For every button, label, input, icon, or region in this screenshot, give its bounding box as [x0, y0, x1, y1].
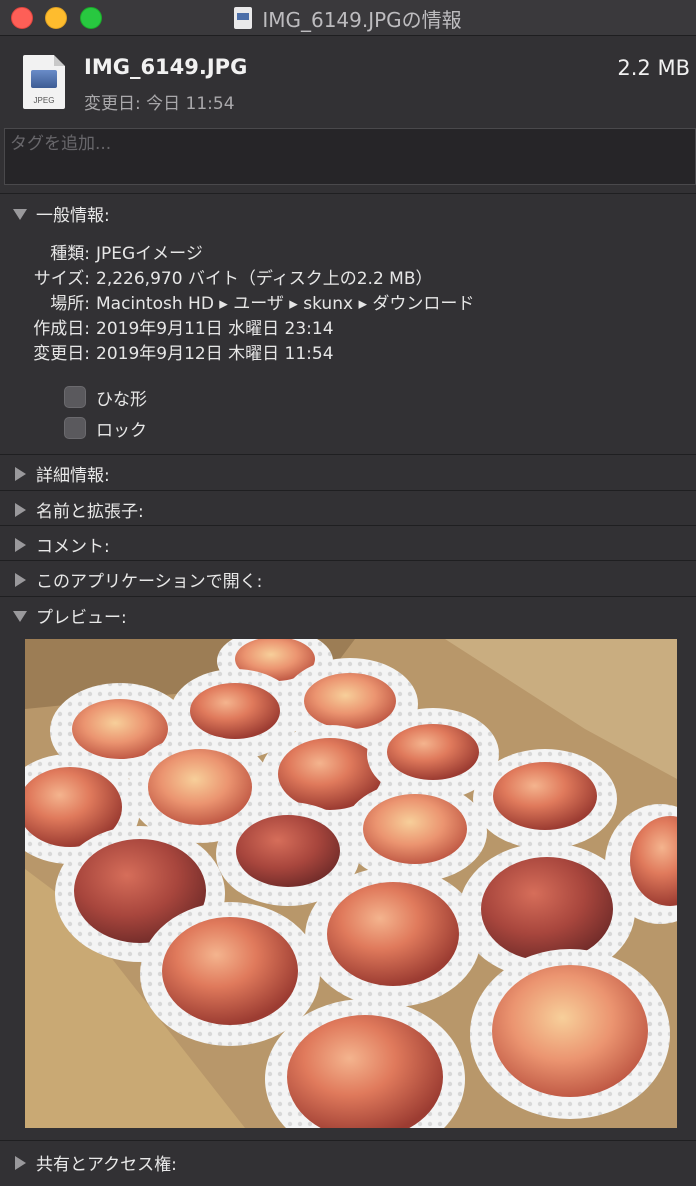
disclosure-closed-icon[interactable]: [13, 572, 27, 587]
divider: [0, 560, 696, 561]
divider: [0, 525, 696, 526]
section-open-with[interactable]: このアプリケーションで開く:: [0, 562, 696, 597]
info-row-size: サイズ: 2,226,970 バイト（ディスク上の2.2 MB）: [0, 264, 696, 290]
peach-photo: [25, 639, 677, 1128]
disclosure-open-icon[interactable]: [13, 609, 27, 623]
modified-date: 変更日: 今日 11:54: [84, 94, 235, 114]
title-bar[interactable]: IMG_6149.JPGの情報: [0, 0, 696, 36]
info-key: 変更日:: [33, 344, 90, 364]
window-title: IMG_6149.JPGの情報: [262, 7, 462, 32]
jpeg-document-icon[interactable]: JPEG: [23, 55, 65, 109]
title-wrap: IMG_6149.JPGの情報: [0, 0, 696, 36]
info-window: IMG_6149.JPGの情報 JPEG IMG_6149.JPG 2.2 MB…: [0, 0, 696, 1186]
locked-checkbox[interactable]: [64, 417, 86, 439]
disclosure-closed-icon[interactable]: [13, 466, 27, 481]
info-row-created: 作成日: 2019年9月11日 水曜日 23:14: [0, 314, 696, 340]
info-value: 2,226,970 バイト（ディスク上の2.2 MB）: [96, 269, 433, 289]
preview-image: [25, 639, 677, 1128]
stationery-pad-label: ひな形: [96, 389, 147, 410]
info-value: JPEGイメージ: [96, 244, 203, 264]
section-preview[interactable]: プレビュー:: [0, 598, 696, 633]
stationery-pad-checkbox-row[interactable]: ひな形: [64, 385, 147, 410]
section-name-extension[interactable]: 名前と拡張子:: [0, 492, 696, 527]
divider: [0, 596, 696, 597]
divider: [0, 1140, 696, 1141]
section-comments-label: コメント:: [36, 537, 110, 557]
section-preview-label: プレビュー:: [36, 608, 127, 628]
info-value: 2019年9月11日 水曜日 23:14: [96, 319, 334, 339]
disclosure-open-icon[interactable]: [13, 207, 27, 221]
disclosure-closed-icon[interactable]: [13, 1155, 27, 1170]
info-key: 作成日:: [33, 319, 90, 339]
jpeg-file-icon: [234, 7, 253, 29]
file-name: IMG_6149.JPG: [84, 55, 248, 79]
file-header: JPEG IMG_6149.JPG 2.2 MB 変更日: 今日 11:54: [0, 37, 696, 125]
section-sharing[interactable]: 共有とアクセス権:: [0, 1145, 696, 1180]
section-open-with-label: このアプリケーションで開く:: [36, 572, 263, 592]
file-size: 2.2 MB: [617, 56, 690, 80]
disclosure-closed-icon[interactable]: [13, 502, 27, 517]
divider: [0, 193, 696, 194]
section-more-info[interactable]: 詳細情報:: [0, 456, 696, 491]
section-sharing-label: 共有とアクセス権:: [36, 1155, 177, 1175]
info-key: サイズ:: [33, 269, 90, 289]
tags-field[interactable]: [4, 128, 696, 185]
section-name-extension-label: 名前と拡張子:: [36, 502, 144, 522]
divider: [0, 490, 696, 491]
tags-input[interactable]: [5, 129, 695, 159]
stationery-pad-checkbox[interactable]: [64, 386, 86, 408]
locked-checkbox-row[interactable]: ロック: [64, 416, 147, 441]
section-general-label: 一般情報:: [36, 206, 110, 226]
image-thumbnail-icon: [31, 70, 57, 88]
info-row-modified: 変更日: 2019年9月12日 木曜日 11:54: [0, 339, 696, 365]
info-value: 2019年9月12日 木曜日 11:54: [96, 344, 334, 364]
locked-label: ロック: [96, 420, 147, 441]
file-icon-label: JPEG: [33, 96, 55, 105]
section-comments[interactable]: コメント:: [0, 527, 696, 562]
info-row-location: 場所: Macintosh HD ▸ ユーザ ▸ skunx ▸ ダウンロード: [0, 289, 696, 315]
info-key: 場所:: [50, 294, 90, 314]
info-value: Macintosh HD ▸ ユーザ ▸ skunx ▸ ダウンロード: [96, 294, 475, 314]
info-row-kind: 種類: JPEGイメージ: [0, 239, 696, 265]
divider: [0, 454, 696, 455]
section-general[interactable]: 一般情報:: [0, 196, 696, 231]
section-more-info-label: 詳細情報:: [36, 466, 110, 486]
info-key: 種類:: [50, 244, 90, 264]
disclosure-closed-icon[interactable]: [13, 537, 27, 552]
